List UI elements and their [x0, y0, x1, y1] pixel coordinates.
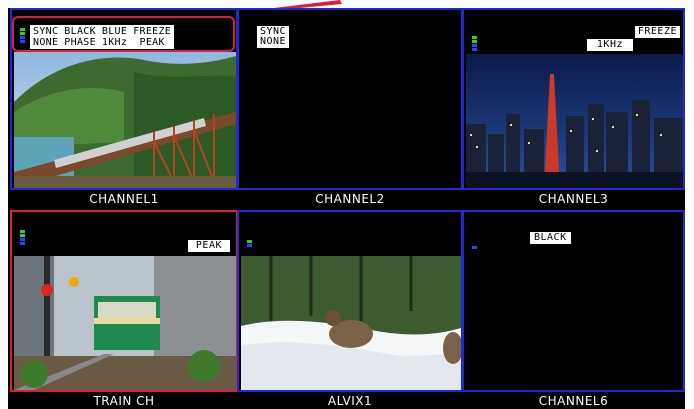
status-value-blue: 1KHz [101, 37, 128, 48]
channel-4-peak-alert: PEAK [187, 240, 230, 252]
channel-6-label: CHANNEL6 [538, 394, 609, 408]
audio-meter-icon [472, 246, 477, 250]
channel-4-label: TRAIN CH [93, 394, 155, 408]
channel-4-tile[interactable]: PEAK [10, 210, 238, 392]
status-header-blue: BLUE [101, 26, 128, 37]
channel-1-tile[interactable]: SYNC BLACK BLUE FREEZE NONE PHASE 1KHz P… [10, 8, 238, 190]
status-header-black: BLACK [64, 26, 96, 37]
channel-3-label: CHANNEL3 [538, 192, 609, 206]
status-header-sync: SYNC [33, 26, 59, 37]
audio-meter-icon [20, 230, 25, 246]
channel-4-video [14, 256, 236, 390]
channel-2-sync-alert: SYNC NONE [257, 26, 290, 48]
channel-5-label: ALVIX1 [327, 394, 373, 408]
channel-3-tile[interactable]: FREEZE 1KHz [462, 8, 685, 190]
audio-meter-icon [472, 36, 477, 52]
channel-1-video [14, 52, 236, 188]
channel-6-black-alert: BLACK [530, 232, 571, 244]
status-value-black: PHASE [64, 37, 96, 48]
status-panel: SYNC BLACK BLUE FREEZE NONE PHASE 1KHz P… [30, 25, 175, 49]
channel-3-tone-alert: 1KHz [586, 39, 633, 51]
channel-5-video [241, 256, 461, 390]
channel-5-tile[interactable] [237, 210, 463, 392]
multiviewer-grid: SYNC BLACK BLUE FREEZE NONE PHASE 1KHz P… [8, 8, 685, 409]
status-value-sync: NONE [33, 37, 59, 48]
channel-1-label: CHANNEL1 [89, 192, 159, 206]
channel-6-tile[interactable]: BLACK [462, 210, 685, 392]
audio-meter-icon [247, 240, 252, 248]
channel-3-freeze-alert: FREEZE [634, 26, 680, 38]
audio-meter-icon [20, 28, 25, 44]
channel-2-tile[interactable]: SYNC NONE [237, 8, 463, 190]
channel-3-video [466, 54, 683, 188]
status-value-freeze: PEAK [139, 37, 165, 48]
status-header-freeze: FREEZE [133, 26, 172, 37]
channel-2-label: CHANNEL2 [315, 192, 385, 206]
channel-2-alert-line2: NONE [260, 36, 287, 47]
